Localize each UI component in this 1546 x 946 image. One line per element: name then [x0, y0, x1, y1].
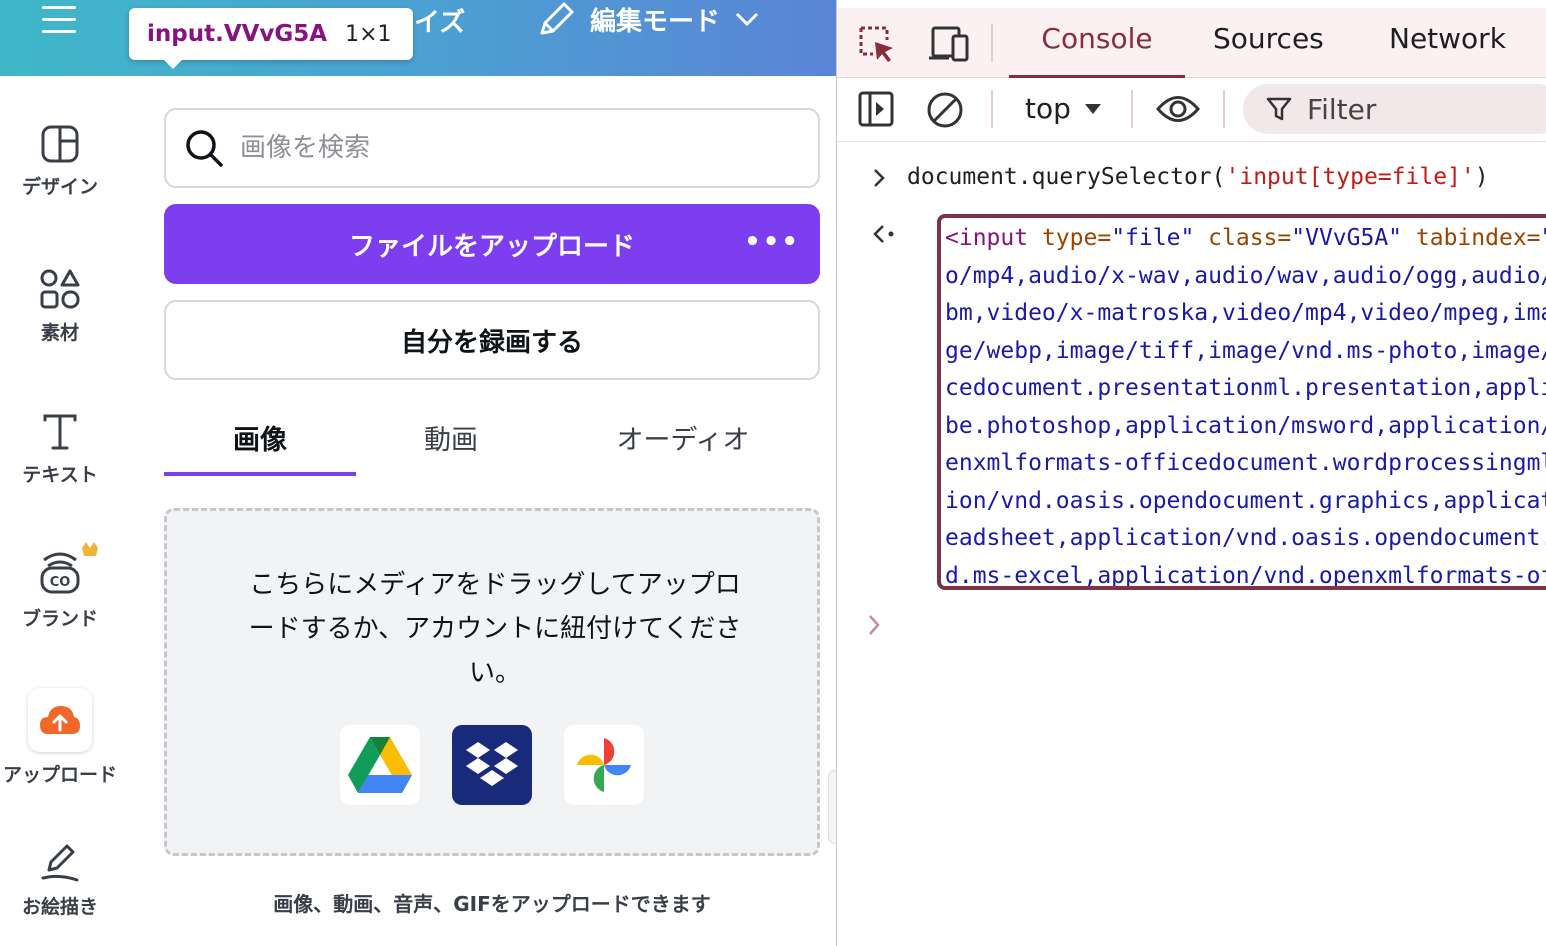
draw-icon: [41, 844, 79, 882]
devtools-panel: Console Sources Network top Filter docum…: [836, 0, 1546, 946]
edit-mode-menu[interactable]: 編集モード: [536, 0, 760, 38]
toolbar-divider: [991, 90, 993, 128]
result-val: ": [1541, 225, 1546, 251]
sidebar-item-label: テキスト: [22, 464, 98, 486]
dropzone-text: こちらにメディアをドラッグしてアップロードするか、アカウントに紐付けてください。: [248, 570, 742, 688]
layout-icon: [41, 125, 79, 163]
result-line: o/mp4,audio/x-wav,audio/wav,audio/ogg,au…: [945, 262, 1546, 289]
console-input-prompt-icon[interactable]: [865, 612, 883, 638]
device-toolbar-icon[interactable]: [927, 24, 969, 64]
result-line: bm,video/x-matroska,video/mp4,video/mpeg…: [945, 300, 1546, 326]
sidebar-item-draw[interactable]: お絵描き: [0, 842, 120, 919]
result-line: d.ms-excel,application/vnd.openxmlformat…: [945, 562, 1546, 589]
result-val: "file": [1111, 225, 1195, 251]
result-tag: <input: [945, 225, 1029, 251]
result-line: eadsheet,application/vnd.oasis.opendocum…: [945, 525, 1546, 551]
sidebar-item-label: 素材: [40, 322, 79, 344]
result-line: ion/vnd.oasis.opendocument.graphics,appl…: [945, 487, 1546, 514]
devtools-tabbar: Console Sources Network: [837, 8, 1546, 78]
editor-topbar: イズ 編集モード: [0, 0, 836, 76]
text-icon: [43, 414, 77, 450]
chevron-right-icon: [874, 169, 885, 187]
result-attr: type=: [1041, 225, 1112, 251]
sidebar-item-label: ブランド: [21, 608, 98, 630]
dropbox-icon: [466, 742, 518, 786]
more-options-icon[interactable]: •••: [744, 229, 800, 255]
tab-console[interactable]: Console: [1009, 22, 1185, 78]
filter-input[interactable]: [1307, 92, 1546, 126]
upload-file-label: ファイルをアップロード: [348, 231, 635, 262]
filter-funnel-icon: [1266, 97, 1292, 121]
sidebar-item-text[interactable]: テキスト: [0, 412, 120, 487]
result-line: cedocument.presentationml.presentation,a…: [945, 375, 1546, 401]
tab-sources[interactable]: Sources: [1213, 22, 1324, 55]
google-drive-icon: [348, 737, 412, 793]
command-prefix: document.querySelector(: [907, 164, 1226, 190]
result-return-icon: [873, 225, 894, 243]
result-line: enxmlformats-officedocument.wordprocessi…: [945, 450, 1546, 476]
svg-text:CO: CO: [50, 575, 71, 590]
element-inspect-tooltip: input.VVvG5A 1×1: [129, 8, 413, 69]
pencil-icon: [540, 2, 574, 35]
tab-videos[interactable]: 動画: [356, 410, 546, 476]
console-toolbar: top: [837, 78, 1546, 142]
tooltip-element-name: input.VVvG5A: [147, 21, 328, 47]
sidebar-toggle-icon[interactable]: [857, 90, 895, 128]
result-val: "VVvG5A": [1291, 225, 1403, 251]
console-result-element[interactable]: <input type="file" class="VVvG5A" tabind…: [937, 214, 1546, 590]
resize-menu-label[interactable]: イズ: [414, 2, 465, 39]
google-drive-button[interactable]: [340, 725, 420, 805]
canva-editor: イズ 編集モード input.VVvG5A 1×1 デザイン 素材 テキスト C…: [0, 0, 836, 946]
tab-images[interactable]: 画像: [164, 410, 356, 476]
live-expression-eye-icon[interactable]: [1155, 92, 1201, 126]
cloud-upload-icon: [40, 706, 80, 734]
menu-icon[interactable]: [42, 4, 78, 34]
result-lines: <input type="file" class="VVvG5A" tabind…: [945, 220, 1546, 589]
tooltip-element-size: 1×1: [345, 21, 392, 47]
context-label: top: [1025, 92, 1071, 125]
upload-dropzone[interactable]: こちらにメディアをドラッグしてアップロードするか、アカウントに紐付けてください。: [164, 508, 820, 856]
toolbar-divider: [991, 24, 993, 62]
sidebar-item-design[interactable]: デザイン: [0, 124, 120, 199]
sidebar-item-label: アップロード: [2, 764, 117, 786]
tab-network[interactable]: Network: [1389, 22, 1506, 55]
sidebar-item-uploads[interactable]: アップロード: [0, 688, 120, 787]
search-icon: [186, 130, 223, 167]
sidebar-item-label: お絵描き: [21, 896, 98, 918]
caret-down-icon: [1084, 103, 1101, 114]
dropbox-button[interactable]: [452, 725, 532, 805]
upload-file-button[interactable]: ファイルをアップロード •••: [164, 204, 820, 284]
upload-tile: [28, 688, 92, 752]
inspect-element-icon[interactable]: [857, 24, 897, 64]
context-selector[interactable]: top: [1025, 92, 1103, 125]
google-photos-icon: [577, 738, 631, 792]
image-search[interactable]: [164, 108, 820, 188]
sidebar-item-brand[interactable]: CO ブランド: [0, 540, 120, 631]
brand-icon: CO: [40, 542, 98, 594]
console-filter[interactable]: [1243, 84, 1546, 134]
toolbar-divider: [1131, 90, 1133, 128]
command-argument: 'input[type=file]': [1225, 164, 1475, 190]
command-suffix: ): [1474, 164, 1489, 190]
sidebar-item-label: デザイン: [21, 176, 98, 198]
upload-hint: 画像、動画、音声、GIFをアップロードできます: [273, 892, 711, 916]
console-command-line: document.querySelector('input[type=file]…: [837, 160, 1546, 200]
result-line: be.photoshop,application/msword,applicat…: [945, 412, 1546, 439]
result-line: <input type="file" class="VVvG5A" tabind…: [945, 220, 1546, 258]
tab-audio[interactable]: オーディオ: [546, 410, 820, 476]
google-photos-button[interactable]: [564, 725, 644, 805]
clear-console-icon[interactable]: [925, 90, 965, 130]
console-command: document.querySelector('input[type=file]…: [907, 164, 1489, 190]
record-yourself-button[interactable]: 自分を録画する: [164, 300, 820, 380]
toolbar-divider: [1223, 90, 1225, 128]
sidebar-item-elements[interactable]: 素材: [0, 268, 120, 345]
search-input[interactable]: [240, 133, 800, 163]
result-attr: class=: [1208, 225, 1292, 251]
record-yourself-label: 自分を録画する: [400, 327, 583, 358]
edit-mode-label: 編集モード: [590, 6, 721, 37]
result-line: ge/webp,image/tiff,image/vnd.ms-photo,im…: [945, 337, 1546, 364]
chevron-down-icon: [735, 12, 759, 27]
shapes-icon: [40, 269, 80, 309]
result-attr: tabindex=: [1415, 225, 1541, 251]
